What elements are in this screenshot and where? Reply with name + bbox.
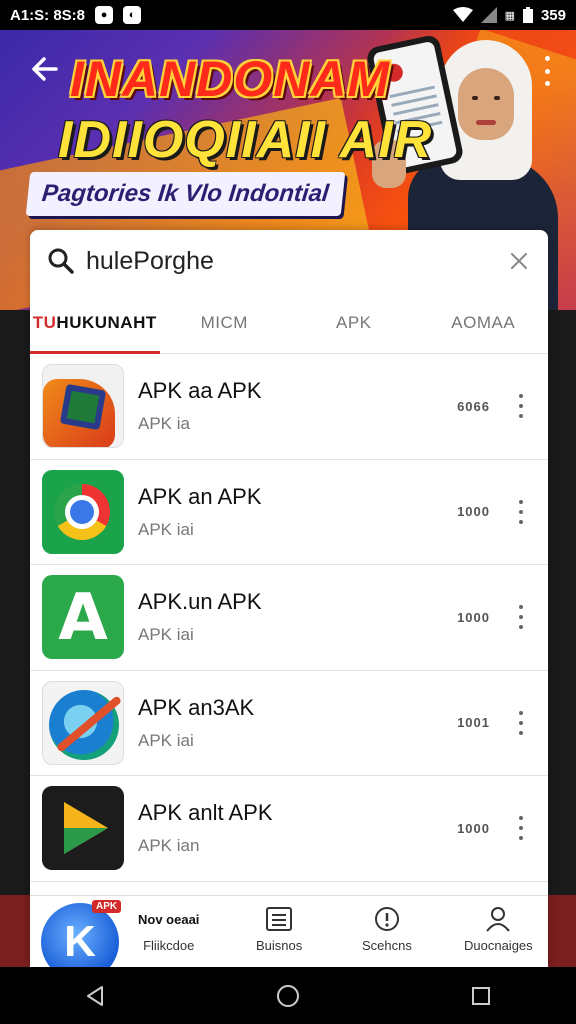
search-bar[interactable]: hulePorghe	[30, 230, 548, 292]
play-app-icon	[42, 786, 124, 871]
category-tabs: TU HUKUNAHT MICM APK AOMAA	[30, 292, 548, 354]
more-vert-icon[interactable]	[516, 816, 526, 841]
close-icon[interactable]	[506, 248, 532, 274]
a-letter-app-icon	[42, 575, 124, 660]
search-input[interactable]: hulePorghe	[86, 247, 506, 276]
person-icon	[483, 904, 513, 934]
app-subtitle: APK iai	[138, 519, 194, 539]
compass-app-icon	[42, 680, 124, 765]
app-count: 6066	[457, 398, 490, 414]
featured-logo-icon: Nov oeaai	[138, 911, 200, 927]
overflow-menu-icon[interactable]	[540, 56, 554, 86]
app-subtitle: APK ia	[138, 414, 190, 434]
app-count: 1001	[457, 715, 490, 731]
fab-badge: APK	[92, 900, 122, 913]
more-vert-icon[interactable]	[516, 710, 526, 735]
home-circle-icon[interactable]	[275, 983, 301, 1009]
nav-account[interactable]: Duocnaiges	[464, 904, 533, 953]
app-count: 1000	[457, 820, 490, 836]
list-item[interactable]: APK anlt APK APK ian 1000	[30, 776, 548, 882]
signal-icon	[480, 7, 497, 23]
app-count: 1000	[457, 504, 490, 520]
vibrate-icon: ▦	[504, 9, 515, 22]
wifi-icon	[452, 7, 473, 22]
tab-apk[interactable]: APK	[289, 292, 419, 353]
nav-label: Fliikcdoe	[143, 938, 195, 953]
list-icon	[264, 904, 294, 934]
more-vert-icon[interactable]	[516, 605, 526, 630]
nav-business[interactable]: Buisnos	[256, 904, 302, 953]
banner-subtitle: Pagtories Ik Vlo Indontial	[25, 172, 346, 216]
app-count: 1000	[457, 609, 490, 625]
app-subtitle: APK iai	[138, 730, 194, 750]
app-subtitle: APK ian	[138, 836, 200, 856]
notification-icon: ●	[95, 6, 114, 24]
more-vert-icon[interactable]	[516, 394, 526, 419]
nav-label: Duocnaiges	[464, 938, 533, 953]
app-list: APK aa APK APK ia 6066 APK an APK APK ia…	[30, 354, 548, 882]
app-subtitle: APK iai	[138, 625, 194, 645]
list-item[interactable]: APK.un APK APK iai 1000	[30, 565, 548, 671]
system-navigation	[0, 967, 576, 1024]
app-title: APK.un APK	[138, 589, 262, 615]
tab-aomaa[interactable]: AOMAA	[419, 292, 549, 353]
nav-label: Buisnos	[256, 938, 303, 953]
nav-label: Scehcns	[362, 938, 412, 953]
battery-icon	[522, 7, 533, 23]
app-title: APK aa APK	[138, 378, 262, 404]
info-circle-icon	[372, 904, 402, 934]
nav-search[interactable]: Scehcns	[362, 904, 412, 953]
chrome-app-icon	[42, 469, 124, 554]
search-icon	[48, 248, 74, 274]
status-battery-text: 359	[540, 6, 566, 24]
list-item[interactable]: APK aa APK APK ia 6066	[30, 354, 548, 460]
app-title: APK an APK	[138, 483, 262, 509]
recents-square-icon[interactable]	[470, 985, 492, 1007]
notification-icon-2: ◐	[123, 6, 142, 24]
more-vert-icon[interactable]	[516, 499, 526, 524]
nav-featured[interactable]: Nov oeaai Fliikcdoe	[138, 904, 200, 954]
banner-headline-2: IDIIOQIIAII AIR	[58, 111, 433, 169]
shield-app-icon	[42, 364, 124, 449]
tab-all[interactable]: TU HUKUNAHT	[30, 292, 160, 354]
status-bar: A1:S: 8S:8 ● ◐ ▦ 359	[0, 0, 576, 30]
search-results-card: hulePorghe TU HUKUNAHT MICM APK AOMAA APK…	[30, 230, 548, 970]
app-title: APK an3AK	[138, 694, 255, 720]
list-item[interactable]: APK an3AK APK iai 1001	[30, 671, 548, 776]
status-time: A1:S: 8S:8	[10, 6, 86, 24]
back-icon[interactable]	[28, 52, 62, 86]
back-triangle-icon[interactable]	[84, 984, 106, 1008]
app-title: APK anlt APK	[138, 800, 273, 826]
list-item[interactable]: APK an APK APK iai 1000	[30, 460, 548, 565]
tab-micm[interactable]: MICM	[160, 292, 290, 353]
banner-headline: INANDONAM	[70, 51, 391, 107]
